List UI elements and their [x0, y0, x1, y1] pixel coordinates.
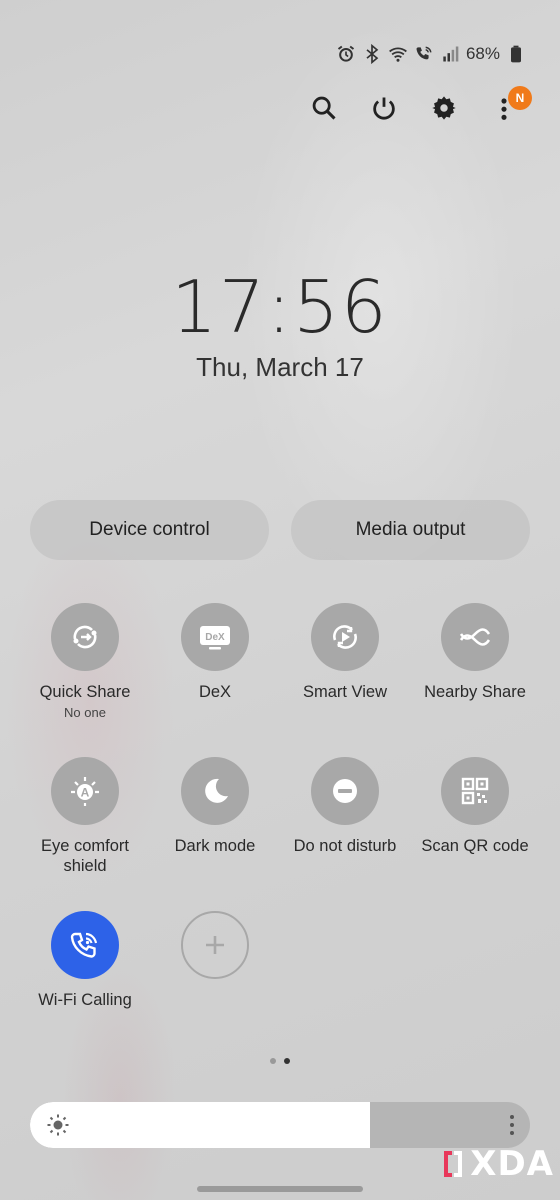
dex-icon: DeX	[181, 603, 249, 671]
tile-label: Scan QR code	[421, 837, 529, 855]
power-icon	[373, 97, 395, 120]
qr-code-icon	[441, 757, 509, 825]
dex-icon-text: DeX	[205, 632, 225, 643]
add-tile-button[interactable]	[150, 911, 280, 1041]
svg-text:A: A	[81, 786, 90, 800]
tile-label: Eye comfort shield	[40, 837, 130, 875]
notification-badge: N	[508, 86, 532, 110]
alarm-icon	[336, 44, 356, 64]
eye-comfort-icon: A	[51, 757, 119, 825]
tile-scan-qr-code[interactable]: Scan QR code	[410, 757, 540, 887]
tile-label: Smart View	[302, 683, 388, 701]
battery-percent: 68%	[465, 44, 500, 63]
tile-label: DeX	[198, 683, 232, 701]
tile-label: Wi-Fi Calling	[38, 991, 132, 1009]
brightness-fill	[30, 1102, 370, 1148]
battery-icon	[506, 44, 526, 64]
top-actions: N	[308, 86, 532, 126]
tile-label: Quick Share	[39, 683, 131, 701]
search-button[interactable]	[308, 90, 340, 126]
plus-icon	[181, 911, 249, 979]
wifi-calling-icon	[414, 44, 434, 64]
quick-settings-grid: Quick Share No one DeX DeX Smart View Ne…	[20, 603, 540, 1041]
page-indicator	[0, 1058, 560, 1064]
wifi-icon	[388, 44, 408, 64]
settings-button[interactable]	[428, 90, 460, 126]
media-output-button[interactable]: Media output	[291, 500, 530, 560]
tile-quick-share[interactable]: Quick Share No one	[20, 603, 150, 733]
tile-label: Dark mode	[174, 837, 256, 855]
moon-icon	[181, 757, 249, 825]
more-options-button[interactable]: N	[488, 86, 532, 126]
quick-share-icon	[51, 603, 119, 671]
power-button[interactable]	[368, 90, 400, 126]
brightness-more-icon[interactable]	[508, 1114, 516, 1136]
page-dot-current[interactable]	[284, 1058, 290, 1064]
xda-logo-icon	[444, 1151, 463, 1177]
xda-watermark: XDA	[440, 1144, 554, 1184]
clock-date: Thu, March 17	[196, 352, 364, 382]
xda-text: XDA	[470, 1144, 554, 1184]
control-pills: Device control Media output	[30, 500, 530, 560]
sun-icon	[47, 1114, 69, 1136]
tile-eye-comfort-shield[interactable]: A Eye comfort shield	[20, 757, 150, 887]
tile-do-not-disturb[interactable]: Do not disturb	[280, 757, 410, 887]
search-icon	[312, 96, 336, 120]
wifi-calling-icon	[51, 911, 119, 979]
tile-sublabel: No one	[64, 705, 106, 720]
tile-nearby-share[interactable]: Nearby Share	[410, 603, 540, 733]
tile-wifi-calling[interactable]: Wi-Fi Calling	[20, 911, 150, 1041]
signal-icon	[440, 44, 460, 64]
settings-icon	[432, 96, 456, 120]
page-dot[interactable]	[270, 1058, 276, 1064]
smart-view-icon	[311, 603, 379, 671]
tile-label: Nearby Share	[424, 683, 526, 701]
brightness-slider[interactable]	[30, 1102, 530, 1148]
device-control-button[interactable]: Device control	[30, 500, 269, 560]
tile-label: Do not disturb	[293, 837, 397, 855]
nearby-share-icon	[441, 603, 509, 671]
do-not-disturb-icon	[311, 757, 379, 825]
status-bar: 68%	[336, 43, 526, 65]
tile-smart-view[interactable]: Smart View	[280, 603, 410, 733]
tile-dark-mode[interactable]: Dark mode	[150, 757, 280, 887]
clock-time: 17:56	[171, 265, 389, 349]
tile-dex[interactable]: DeX DeX	[150, 603, 280, 733]
bluetooth-icon	[362, 43, 382, 65]
navigation-handle[interactable]	[197, 1186, 363, 1192]
